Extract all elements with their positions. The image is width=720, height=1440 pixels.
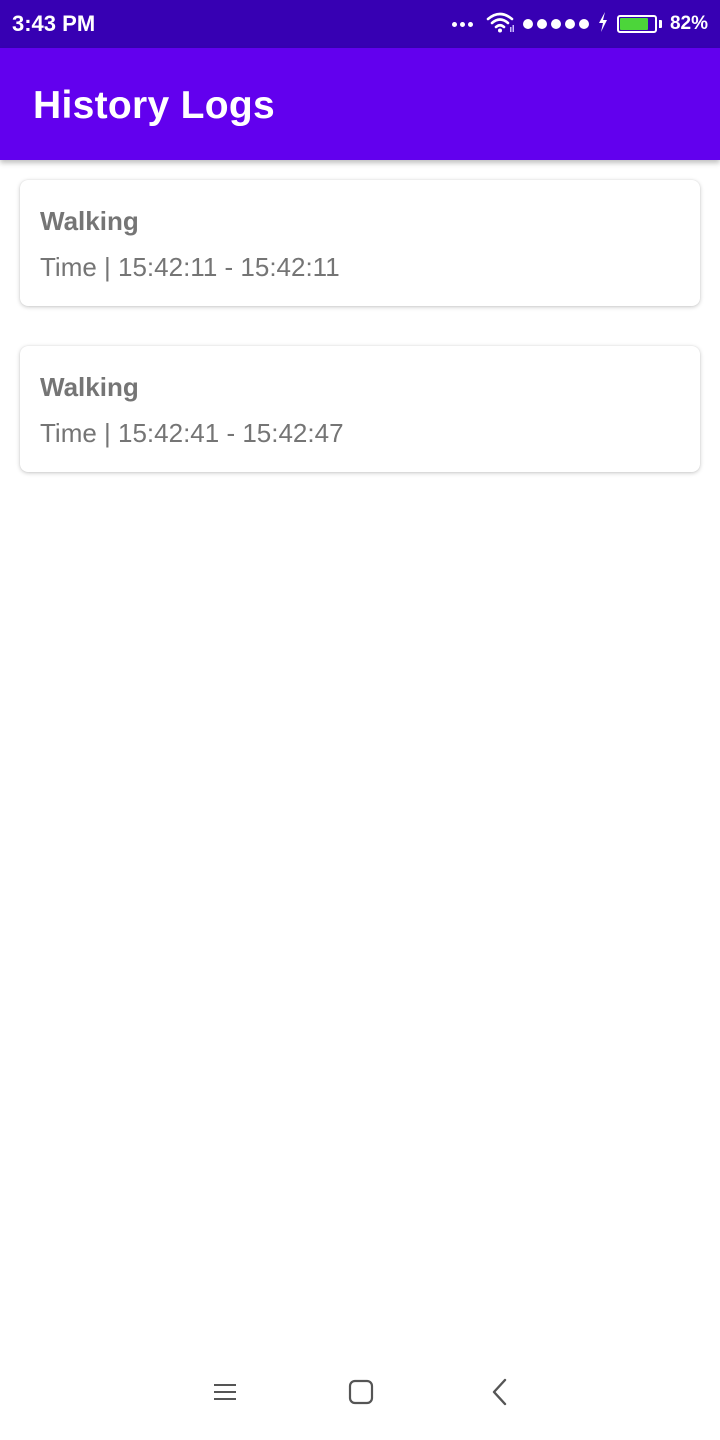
log-card[interactable]: Walking Time | 15:42:41 - 15:42:47 [20, 346, 700, 472]
menu-icon [212, 1381, 238, 1408]
home-icon [348, 1379, 374, 1410]
battery-icon [616, 15, 662, 33]
log-time-range: Time | 15:42:41 - 15:42:47 [40, 418, 344, 448]
page-title: History Logs [33, 84, 275, 127]
status-bar: 3:43 PM 82% [0, 0, 720, 48]
status-time: 3:43 PM [12, 11, 96, 36]
log-activity: Walking [40, 372, 139, 402]
back-button[interactable] [480, 1374, 520, 1414]
log-card[interactable]: Walking Time | 15:42:11 - 15:42:11 [20, 180, 700, 306]
log-time-range: Time | 15:42:11 - 15:42:11 [40, 252, 340, 282]
history-log-list: Walking Time | 15:42:11 - 15:42:11 Walki… [20, 180, 700, 512]
menu-button[interactable] [205, 1374, 245, 1414]
more-dots-icon [451, 21, 473, 27]
app-bar: History Logs [0, 48, 720, 160]
charging-icon [597, 11, 609, 37]
home-button[interactable] [341, 1374, 381, 1414]
battery-fill [619, 18, 648, 30]
status-icons: 82% [451, 0, 708, 48]
signal-dots-icon [522, 19, 589, 29]
log-activity: Walking [40, 206, 139, 236]
wifi-icon [485, 10, 515, 39]
battery-percent: 82% [669, 13, 708, 34]
back-icon [490, 1378, 510, 1411]
navigation-bar [0, 1344, 720, 1440]
